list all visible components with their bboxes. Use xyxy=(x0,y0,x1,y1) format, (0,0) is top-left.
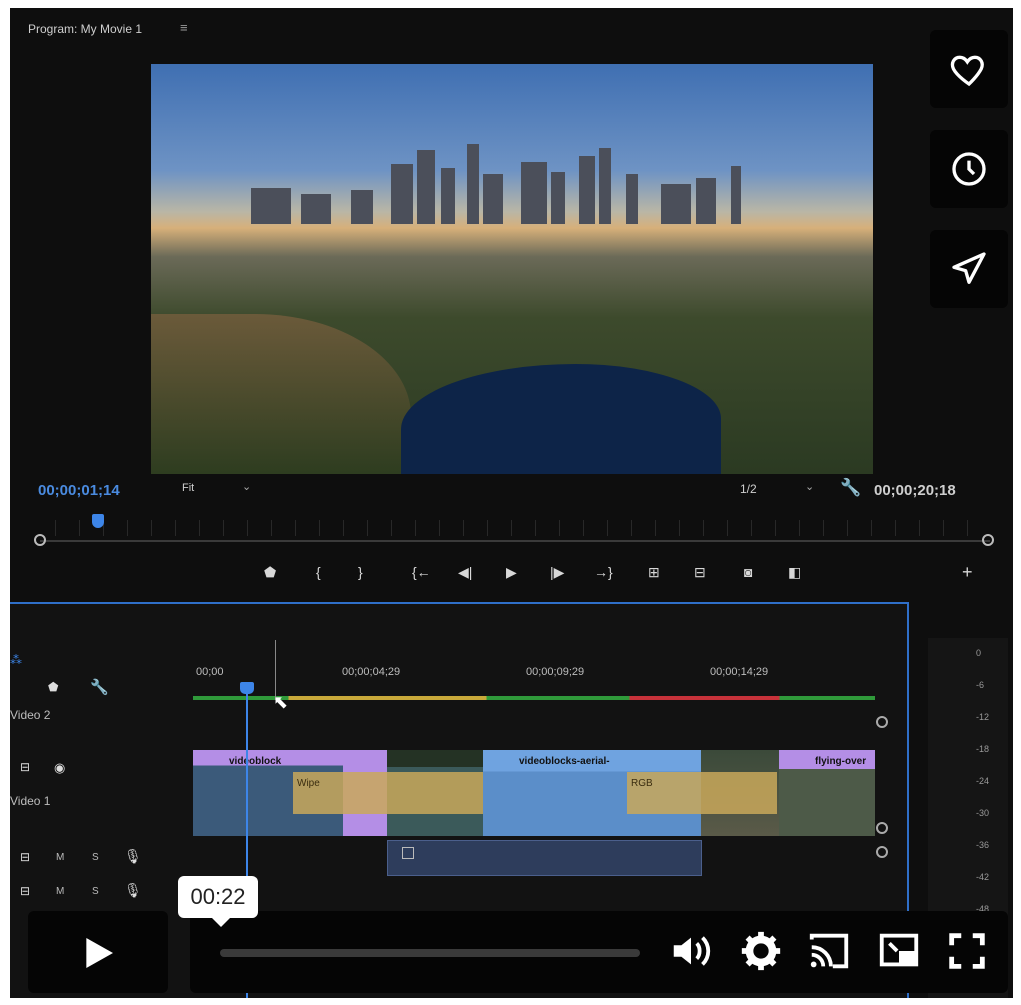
zoom-select[interactable]: Fit xyxy=(182,482,194,494)
transition-label: Wipe xyxy=(297,778,320,789)
meter-label: -36 xyxy=(976,840,990,850)
audio-clip[interactable] xyxy=(387,840,702,876)
scrub-ruler xyxy=(55,520,975,536)
go-to-out-icon[interactable]: →} xyxy=(594,564,613,580)
fullscreen-icon[interactable] xyxy=(944,928,990,979)
scroll-handle[interactable] xyxy=(876,846,888,858)
export-frame-icon[interactable]: ◙ xyxy=(744,564,752,580)
microphone-icon[interactable]: 🎙 xyxy=(124,882,142,899)
meter-label: -42 xyxy=(976,872,990,882)
scroll-handle[interactable] xyxy=(876,716,888,728)
transition-wipe[interactable]: Wipe xyxy=(293,772,483,814)
program-viewer[interactable] xyxy=(151,64,873,474)
like-button[interactable] xyxy=(930,30,1008,108)
add-button-icon[interactable]: + xyxy=(962,562,973,583)
ruler-tc-3: 00;00;14;29 xyxy=(710,666,769,678)
lake xyxy=(401,364,721,474)
meter-label: -12 xyxy=(976,712,990,722)
step-back-icon[interactable]: ◀| xyxy=(458,564,472,581)
cast-icon[interactable] xyxy=(806,928,852,979)
transition-rgb[interactable]: RGB xyxy=(627,772,777,814)
wrench-icon[interactable]: 🔧 xyxy=(840,478,861,498)
go-to-in-icon[interactable]: {← xyxy=(412,564,431,580)
snap-icon[interactable]: ⁂ xyxy=(10,653,22,667)
meter-label: -30 xyxy=(976,808,990,818)
premiere-window: Program: My Movie 1 ≡ 00;00;01;14 Fit ⌄ … xyxy=(10,8,1013,998)
mouse-guide xyxy=(275,640,276,700)
microphone-icon[interactable]: 🎙 xyxy=(124,848,142,865)
chevron-down-icon[interactable]: ⌄ xyxy=(242,480,251,493)
viewer-playhead[interactable] xyxy=(92,514,104,528)
share-button[interactable] xyxy=(930,230,1008,308)
time-tooltip: 00:22 xyxy=(178,876,258,927)
play-icon[interactable]: ▶ xyxy=(506,564,517,581)
menu-icon[interactable]: ≡ xyxy=(180,20,188,35)
film-icon[interactable]: ⊟ xyxy=(20,850,30,864)
ruler-tc-2: 00;00;09;29 xyxy=(526,666,585,678)
mark-out-icon[interactable]: } xyxy=(358,564,363,580)
marker-icon[interactable]: ⬟ xyxy=(48,680,58,694)
solo-button[interactable]: S xyxy=(92,886,99,897)
watch-later-button[interactable] xyxy=(930,130,1008,208)
eye-icon[interactable]: ◉ xyxy=(54,760,65,776)
meter-label: 0 xyxy=(976,648,982,658)
meter-label: -6 xyxy=(976,680,985,690)
track-video-2: Video 2 xyxy=(10,708,51,722)
marker-icon[interactable]: ⬟ xyxy=(264,564,276,581)
city-skyline xyxy=(251,144,741,224)
step-forward-icon[interactable]: |▶ xyxy=(550,564,564,581)
extract-icon[interactable]: ⊟ xyxy=(694,564,706,581)
mute-button[interactable]: M xyxy=(56,852,64,863)
wrench-icon[interactable]: 🔧 xyxy=(90,678,109,696)
current-timecode[interactable]: 00;00;01;14 xyxy=(38,482,120,499)
solo-button[interactable]: S xyxy=(92,852,99,863)
volume-icon[interactable] xyxy=(668,928,714,979)
scrub-bar[interactable] xyxy=(40,540,990,542)
settings-icon[interactable] xyxy=(738,928,784,979)
render-bar xyxy=(193,696,875,700)
scroll-handle[interactable] xyxy=(876,822,888,834)
picture-in-picture-icon[interactable] xyxy=(876,928,922,979)
comparison-view-icon[interactable]: ◧ xyxy=(788,564,801,581)
clip-label: videoblock xyxy=(229,756,282,767)
chevron-down-icon[interactable]: ⌄ xyxy=(805,480,814,493)
film-icon[interactable]: ⊟ xyxy=(20,884,30,898)
zoom-handle-right[interactable] xyxy=(982,534,994,546)
film-icon[interactable]: ⊟ xyxy=(20,760,30,774)
player-progress-bar[interactable] xyxy=(220,949,640,957)
clip-label: flying-over xyxy=(815,756,867,767)
meter-label: -24 xyxy=(976,776,990,786)
ruler-tc-0: 00;00 xyxy=(196,666,224,678)
meter-label: -18 xyxy=(976,744,990,754)
player-play-button[interactable] xyxy=(28,911,168,993)
clip-label: videoblocks-aerial- xyxy=(519,756,610,767)
hillside xyxy=(151,314,411,474)
mark-in-icon[interactable]: { xyxy=(316,564,321,580)
keyframe-icon[interactable] xyxy=(402,847,414,859)
timeline-playhead[interactable] xyxy=(240,682,254,694)
resolution-select[interactable]: 1/2 xyxy=(740,482,757,496)
duration-timecode: 00;00;20;18 xyxy=(874,482,956,499)
mute-button[interactable]: M xyxy=(56,886,64,897)
track-video-1: Video 1 xyxy=(10,794,51,808)
clip-flying-over[interactable]: flying-over xyxy=(779,750,875,836)
ruler-tc-1: 00;00;04;29 xyxy=(342,666,401,678)
program-title: Program: My Movie 1 xyxy=(28,22,143,36)
zoom-handle-left[interactable] xyxy=(34,534,46,546)
cursor-icon: ⬉ xyxy=(273,692,289,712)
transition-label: RGB xyxy=(631,778,653,789)
lift-icon[interactable]: ⊞ xyxy=(648,564,660,581)
